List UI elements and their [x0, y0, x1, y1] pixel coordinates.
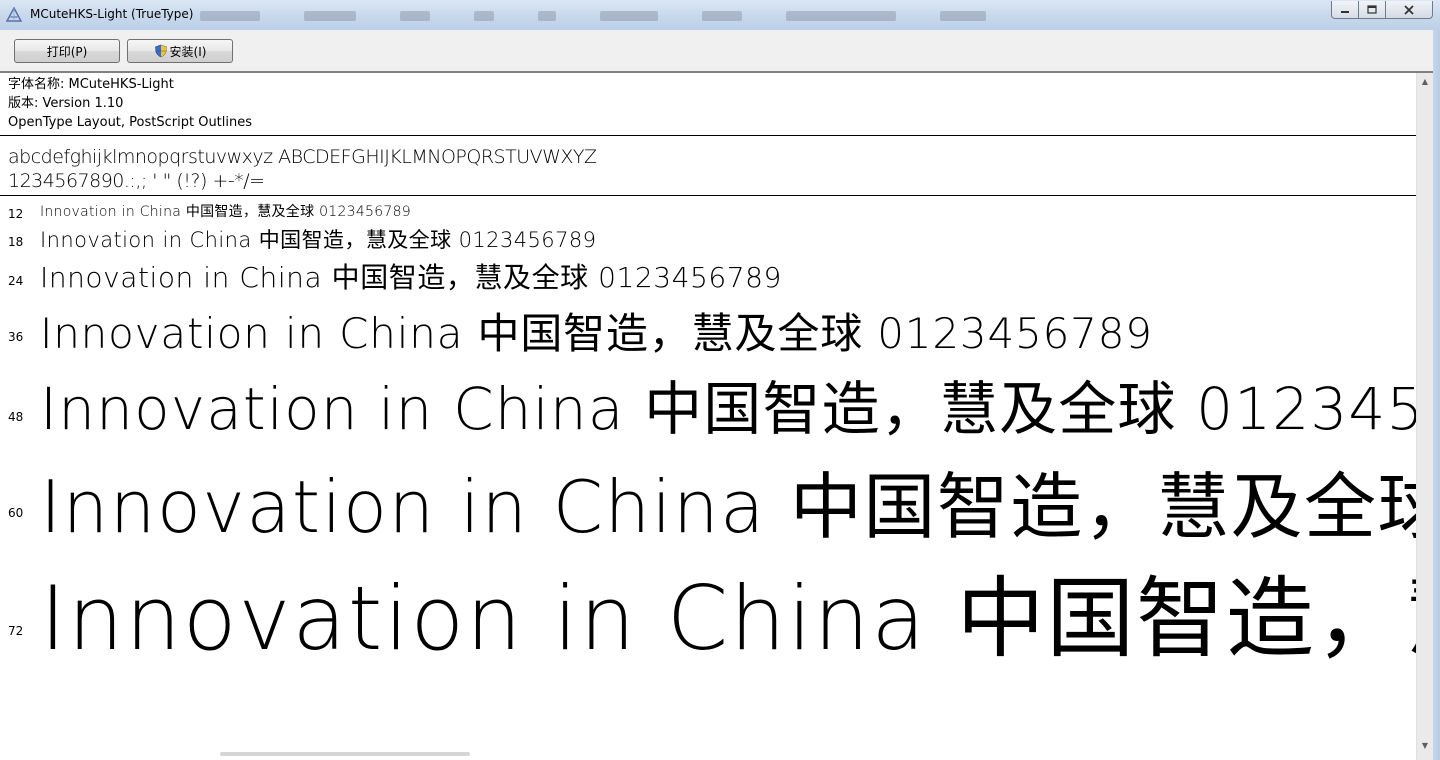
sample-text: Innovation in China 中国智造，慧及全球 0123456789: [40, 375, 1416, 443]
toolbar: 打印(P) 安装(I): [0, 30, 1440, 71]
font-format-line: OpenType Layout, PostScript Outlines: [8, 115, 253, 130]
install-button[interactable]: 安装(I): [127, 39, 233, 63]
sample-row-36: 36 Innovation in China 中国智造，慧及全球 0123456…: [0, 300, 1416, 362]
title-bar[interactable]: MCuteHKS-Light (TrueType): [0, 0, 1440, 30]
scroll-up-icon[interactable]: ▲: [1420, 77, 1430, 87]
maximize-button[interactable]: [1358, 1, 1386, 19]
sample-row-48: 48 Innovation in China 中国智造，慧及全球 0123456…: [0, 362, 1416, 448]
size-samples: 12 Innovation in China 中国智造，慧及全球 0123456…: [0, 196, 1416, 756]
sample-size-label: 60: [8, 506, 24, 520]
background-taskbar-ghost: [200, 8, 986, 24]
sample-text: Innovation in China 中国智造，慧及全球 0123456789: [40, 204, 411, 220]
sample-size-label: 48: [8, 410, 24, 424]
charset-letters: abcdefghijklmnopqrstuvwxyz ABCDEFGHIJKLM…: [8, 146, 597, 168]
font-app-icon: [6, 7, 22, 22]
divider: [0, 135, 1416, 136]
sample-text: Innovation in China 中国智造，慧及全球 0123456789: [40, 261, 782, 294]
sample-text: Innovation in China 中国智造，慧及全球 0123456789: [40, 567, 1416, 670]
vertical-scrollbar[interactable]: ▲ ▼: [1416, 73, 1433, 760]
sample-row-18: 18 Innovation in China 中国智造，慧及全球 0123456…: [0, 222, 1416, 256]
charset-digits-symbols: 1234567890.:,; ' " (!?) +-*/=: [8, 170, 265, 192]
maximize-icon: [1367, 5, 1377, 14]
sample-size-label: 24: [8, 274, 24, 288]
font-viewer-window: MCuteHKS-Light (TrueType) 打印(P) 安装(I) 字体…: [0, 0, 1440, 760]
sample-text: Innovation in China 中国智造，慧及全球 0123456789: [40, 465, 1416, 549]
install-button-label: 安装(I): [169, 44, 207, 59]
sample-size-label: 12: [8, 207, 24, 221]
print-button-label: 打印(P): [46, 44, 88, 59]
window-title: MCuteHKS-Light (TrueType): [30, 7, 194, 21]
font-preview-pane[interactable]: 字体名称: MCuteHKS-Light 版本: Version 1.10 Op…: [0, 71, 1440, 760]
font-version-line: 版本: Version 1.10: [8, 96, 124, 111]
font-name-line: 字体名称: MCuteHKS-Light: [8, 77, 174, 92]
close-icon: [1404, 4, 1414, 15]
sample-size-label: 36: [8, 330, 24, 344]
print-button[interactable]: 打印(P): [14, 39, 120, 63]
font-info: 字体名称: MCuteHKS-Light 版本: Version 1.10 Op…: [8, 75, 252, 132]
sample-row-60: 60 Innovation in China 中国智造，慧及全球 0123456…: [0, 448, 1416, 549]
minimize-icon: [1341, 10, 1349, 13]
sample-text: Innovation in China 中国智造，慧及全球 0123456789: [40, 309, 1153, 358]
scroll-down-icon[interactable]: ▼: [1420, 741, 1430, 751]
background-scroll-ghost: [220, 752, 470, 756]
uac-shield-icon: [154, 44, 167, 58]
close-button[interactable]: [1385, 1, 1433, 19]
sample-size-label: 72: [8, 624, 24, 638]
window-frame-edge: [1433, 30, 1440, 760]
sample-row-24: 24 Innovation in China 中国智造，慧及全球 0123456…: [0, 256, 1416, 300]
sample-size-label: 18: [8, 235, 24, 249]
sample-row-12: 12 Innovation in China 中国智造，慧及全球 0123456…: [0, 198, 1416, 222]
character-set-preview: abcdefghijklmnopqrstuvwxyz ABCDEFGHIJKLM…: [8, 145, 597, 193]
sample-text: Innovation in China 中国智造，慧及全球 0123456789: [40, 228, 597, 252]
sample-row-72: 72 Innovation in China 中国智造，慧及全球 0123456…: [0, 548, 1416, 670]
minimize-button[interactable]: [1331, 1, 1359, 19]
